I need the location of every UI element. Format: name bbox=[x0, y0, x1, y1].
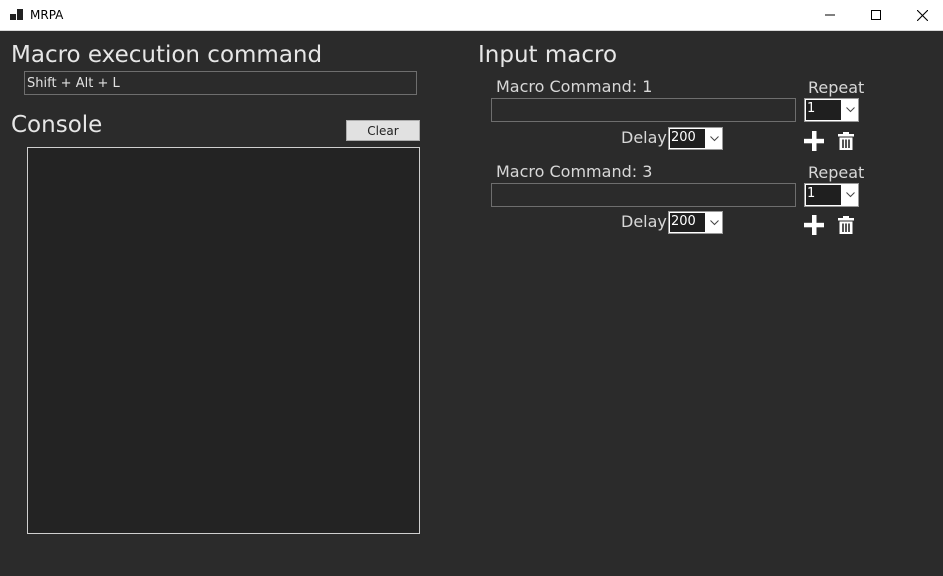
delete-macro-button[interactable] bbox=[836, 130, 856, 152]
close-icon bbox=[916, 9, 928, 21]
trash-icon bbox=[838, 132, 854, 150]
repeat-select[interactable]: 1 bbox=[804, 98, 859, 122]
execution-command-input[interactable] bbox=[24, 71, 417, 95]
add-macro-button[interactable] bbox=[803, 130, 825, 152]
title-bar[interactable]: MRPA bbox=[0, 0, 943, 31]
app-window: MRPA Macro execution command Console Cle… bbox=[0, 0, 943, 576]
window-title: MRPA bbox=[30, 8, 64, 22]
chevron-down-icon bbox=[842, 184, 858, 206]
chevron-down-icon bbox=[706, 128, 722, 149]
chevron-down-icon bbox=[842, 99, 858, 121]
input-macro-heading: Input macro bbox=[478, 42, 618, 68]
console-heading: Console bbox=[11, 112, 103, 138]
delay-select[interactable]: 200 bbox=[668, 211, 723, 234]
plus-icon bbox=[804, 131, 824, 151]
delete-macro-button[interactable] bbox=[836, 214, 856, 236]
execution-heading: Macro execution command bbox=[11, 42, 323, 68]
close-button[interactable] bbox=[899, 0, 943, 30]
minimize-icon bbox=[825, 14, 835, 16]
delay-select[interactable]: 200 bbox=[668, 127, 723, 150]
macro-command-input[interactable] bbox=[491, 98, 796, 122]
macro-command-label: Macro Command: 1 bbox=[496, 77, 653, 96]
repeat-select-value: 1 bbox=[805, 184, 842, 206]
trash-icon bbox=[838, 216, 854, 234]
repeat-select[interactable]: 1 bbox=[804, 183, 859, 207]
add-macro-button[interactable] bbox=[803, 214, 825, 236]
maximize-button[interactable] bbox=[853, 0, 899, 30]
repeat-label: Repeat bbox=[808, 163, 865, 182]
console-output[interactable] bbox=[27, 147, 420, 534]
macro-command-input[interactable] bbox=[491, 183, 796, 207]
delay-label: Delay bbox=[621, 128, 667, 147]
repeat-label: Repeat bbox=[808, 78, 865, 97]
delay-select-value: 200 bbox=[669, 128, 706, 149]
delay-label: Delay bbox=[621, 212, 667, 231]
minimize-button[interactable] bbox=[807, 0, 853, 30]
delay-select-value: 200 bbox=[669, 212, 706, 233]
plus-icon bbox=[804, 215, 824, 235]
maximize-icon bbox=[871, 10, 881, 20]
clear-button[interactable]: Clear bbox=[346, 120, 420, 141]
repeat-select-value: 1 bbox=[805, 99, 842, 121]
chevron-down-icon bbox=[706, 212, 722, 233]
app-icon bbox=[10, 9, 23, 20]
macro-command-label: Macro Command: 3 bbox=[496, 162, 653, 181]
